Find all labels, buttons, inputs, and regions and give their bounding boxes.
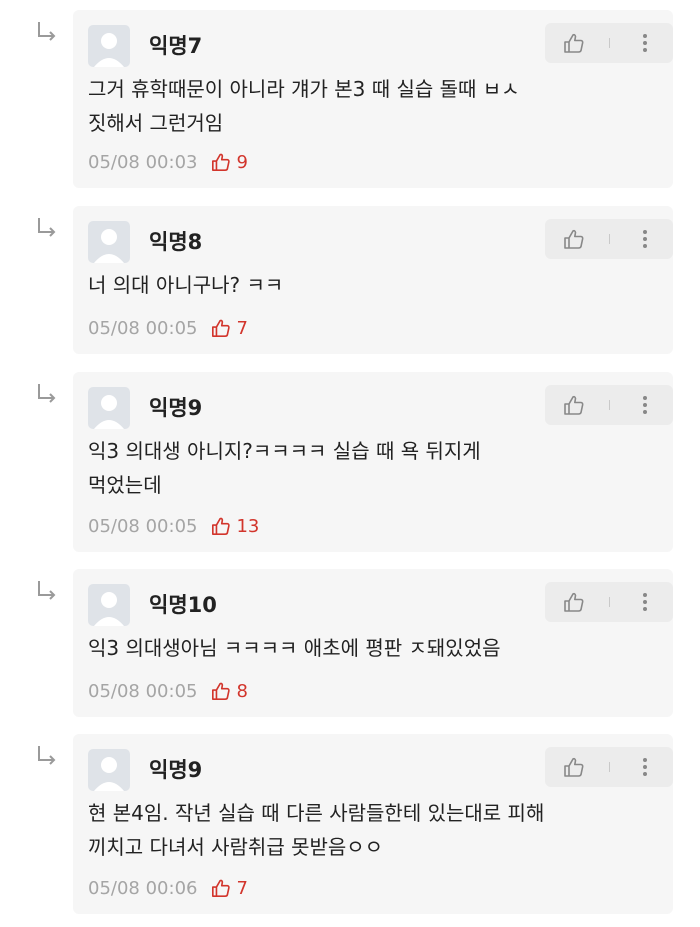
comment-timestamp: 05/08 00:05 [88,317,198,339]
divider [609,38,610,48]
comment-meta: 05/08 00:05 13 [88,514,259,538]
comment-timestamp: 05/08 00:05 [88,515,198,537]
comment-card: 익명9 현 본4임. 작년 실습 때 다른 사람들한테 있는대로 피해 끼치고 … [73,734,673,914]
reply-arrow-icon [38,218,56,237]
comment-meta: 05/08 00:05 7 [88,316,248,340]
thumbs-up-icon[interactable] [563,756,585,778]
more-vertical-icon[interactable] [633,755,657,779]
like-count-button[interactable]: 13 [211,516,259,537]
comment-card: 익명8 너 의대 아니구나? ㅋㅋ 05/08 00:05 7 [73,206,673,354]
reply-arrow-icon [38,746,56,765]
comment-timestamp: 05/08 00:03 [88,151,198,173]
comment-content: 익3 의대생아님 ㅋㅋㅋㅋ 애초에 평판 ㅈ돼있었음 [88,636,501,660]
like-count: 7 [236,317,248,339]
comment-meta: 05/08 00:03 9 [88,150,248,174]
more-vertical-icon[interactable] [633,31,657,55]
avatar [88,749,130,791]
more-vertical-icon[interactable] [633,393,657,417]
comment-actions [545,23,673,63]
comment-card: 익명9 익3 의대생 아니지?ㅋㅋㅋㅋ 실습 때 욕 뒤지게 먹었는데 05/0… [73,372,673,552]
reply-comment: 익명9 익3 의대생 아니지?ㅋㅋㅋㅋ 실습 때 욕 뒤지게 먹었는데 05/0… [0,372,700,552]
comment-meta: 05/08 00:06 7 [88,876,248,900]
avatar [88,221,130,263]
thumbs-up-icon[interactable] [563,228,585,250]
like-count-button[interactable]: 7 [211,317,248,339]
reply-arrow-icon [38,22,56,41]
default-avatar-icon [94,395,124,429]
comment-author: 익명7 [149,34,203,58]
thumbs-up-icon [212,879,231,897]
comment-content: 현 본4임. 작년 실습 때 다른 사람들한테 있는대로 피해 끼치고 다녀서 … [88,801,545,859]
thumbs-up-icon [212,153,231,171]
more-vertical-icon[interactable] [633,590,657,614]
divider [609,234,610,244]
like-count: 8 [236,680,248,702]
more-vertical-icon[interactable] [633,227,657,251]
reply-comment: 익명9 현 본4임. 작년 실습 때 다른 사람들한테 있는대로 피해 끼치고 … [0,734,700,914]
default-avatar-icon [94,757,124,791]
like-count-button[interactable]: 9 [211,151,248,173]
reply-arrow-icon [38,384,56,403]
comment-card: 익명7 그거 휴학때문이 아니라 걔가 본3 때 실습 돌때 ㅂㅅ 짓해서 그런… [73,10,673,188]
thumbs-up-icon[interactable] [563,394,585,416]
avatar [88,584,130,626]
default-avatar-icon [94,33,124,67]
comment-actions [545,582,673,622]
reply-comment: 익명10 익3 의대생아님 ㅋㅋㅋㅋ 애초에 평판 ㅈ돼있었음 05/08 00… [0,569,700,717]
comment-author: 익명9 [149,396,203,420]
default-avatar-icon [94,592,124,626]
comment-content: 너 의대 아니구나? ㅋㅋ [88,273,284,297]
avatar [88,25,130,67]
divider [609,762,610,772]
comment-content: 그거 휴학때문이 아니라 걔가 본3 때 실습 돌때 ㅂㅅ 짓해서 그런거임 [88,77,520,135]
like-count: 7 [236,877,248,899]
divider [609,400,610,410]
avatar [88,387,130,429]
comment-timestamp: 05/08 00:06 [88,877,198,899]
thumbs-up-icon[interactable] [563,32,585,54]
default-avatar-icon [94,229,124,263]
divider [609,597,610,607]
comment-actions [545,219,673,259]
reply-comment: 익명8 너 의대 아니구나? ㅋㅋ 05/08 00:05 7 [0,206,700,354]
thumbs-up-icon[interactable] [563,591,585,613]
comment-actions [545,747,673,787]
reply-arrow-icon [38,581,56,600]
comment-content: 익3 의대생 아니지?ㅋㅋㅋㅋ 실습 때 욕 뒤지게 먹었는데 [88,439,481,497]
comment-author: 익명8 [149,230,203,254]
like-count-button[interactable]: 8 [211,680,248,702]
comment-timestamp: 05/08 00:05 [88,680,198,702]
thumbs-up-icon [212,319,231,337]
like-count: 9 [236,151,248,173]
like-count-button[interactable]: 7 [211,877,248,899]
comment-author: 익명10 [149,593,217,617]
thumbs-up-icon [212,517,231,535]
thumbs-up-icon [212,682,231,700]
reply-comment: 익명7 그거 휴학때문이 아니라 걔가 본3 때 실습 돌때 ㅂㅅ 짓해서 그런… [0,10,700,188]
comment-actions [545,385,673,425]
comment-meta: 05/08 00:05 8 [88,679,248,703]
like-count: 13 [236,515,260,537]
comment-author: 익명9 [149,758,203,782]
comment-card: 익명10 익3 의대생아님 ㅋㅋㅋㅋ 애초에 평판 ㅈ돼있었음 05/08 00… [73,569,673,717]
